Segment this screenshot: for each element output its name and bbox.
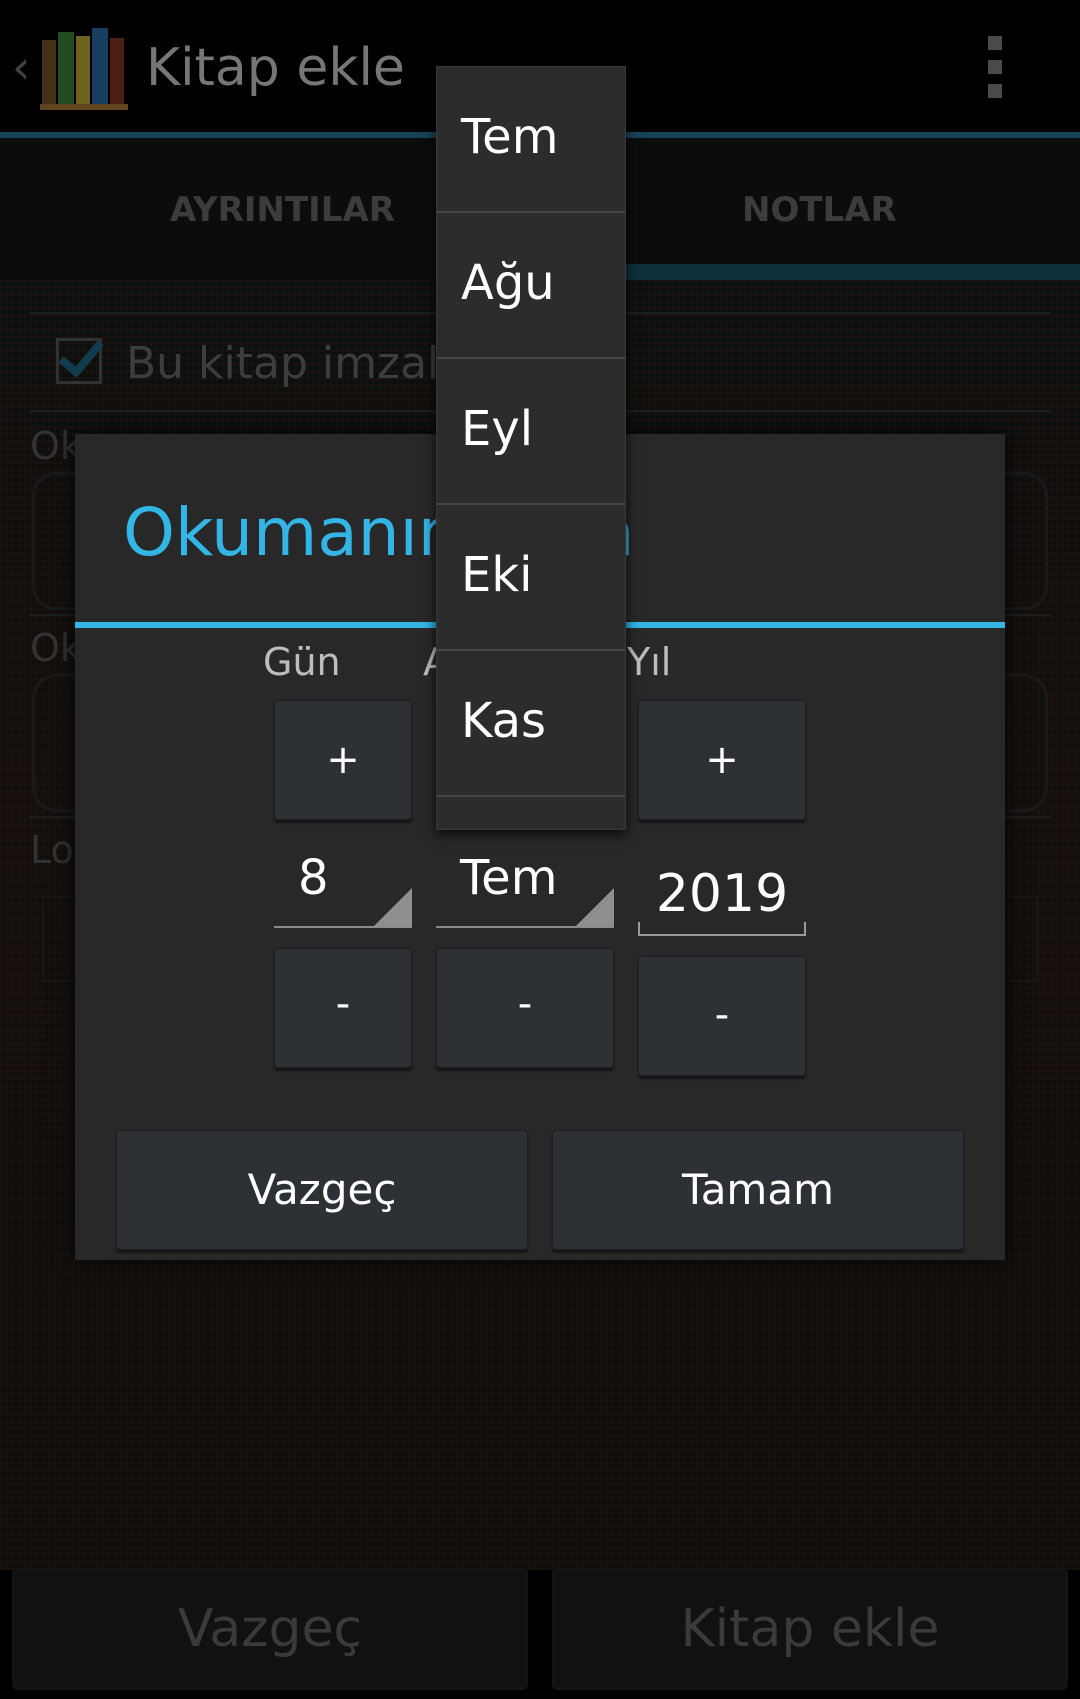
day-value: 8: [298, 850, 329, 906]
month-option[interactable]: Eyl: [437, 359, 625, 505]
spinner-corner-icon: [374, 888, 412, 926]
year-increment-button[interactable]: +: [638, 700, 806, 820]
month-dropdown: Tem Ağu Eyl Eki Kas: [436, 66, 626, 830]
month-option-partial[interactable]: [437, 799, 625, 829]
month-decrement-button[interactable]: -: [436, 948, 614, 1068]
year-label: Yıl: [627, 640, 672, 684]
month-value: Tem: [460, 850, 558, 906]
year-input[interactable]: 2019: [638, 844, 806, 936]
month-option[interactable]: Tem: [437, 67, 625, 213]
spinner-corner-icon: [576, 888, 614, 926]
day-decrement-button[interactable]: -: [274, 948, 412, 1068]
day-increment-button[interactable]: +: [274, 700, 412, 820]
month-option[interactable]: Kas: [437, 651, 625, 797]
month-spinner[interactable]: Tem: [436, 846, 614, 928]
day-label: Gün: [263, 640, 341, 684]
dialog-cancel-button[interactable]: Vazgeç: [116, 1130, 528, 1250]
year-decrement-button[interactable]: -: [638, 956, 806, 1076]
dialog-ok-button[interactable]: Tamam: [552, 1130, 964, 1250]
day-spinner[interactable]: 8: [274, 846, 412, 928]
month-option[interactable]: Ağu: [437, 213, 625, 359]
month-option[interactable]: Eki: [437, 505, 625, 651]
